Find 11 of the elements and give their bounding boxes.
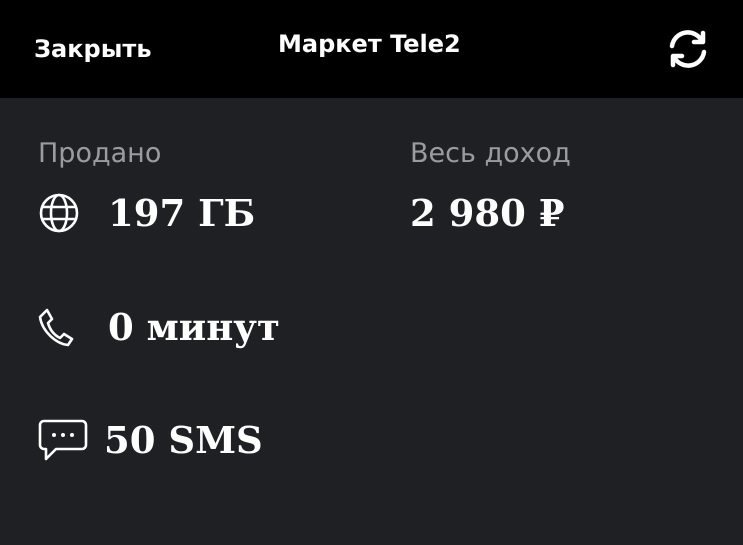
sold-value: 0 минут — [108, 304, 280, 348]
sold-label: Продано — [38, 138, 162, 171]
income-value: 2 980 ₽ — [410, 191, 564, 235]
screen-title: Маркет Tele2 — [278, 30, 461, 58]
phone-icon — [38, 306, 74, 346]
chat-icon — [38, 418, 88, 460]
income-label: Весь доход — [410, 138, 572, 171]
close-button[interactable]: Закрыть — [34, 35, 152, 63]
sold-value: 197 ГБ — [108, 191, 256, 235]
sold-value: 50 SMS — [104, 418, 263, 462]
globe-icon — [38, 192, 80, 234]
